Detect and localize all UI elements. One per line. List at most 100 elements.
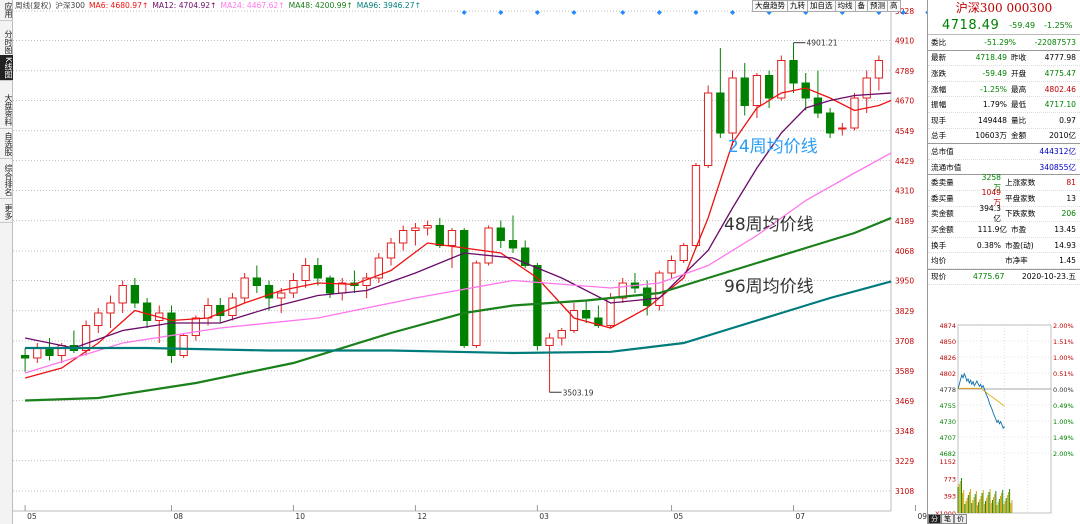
toolbar-button-3[interactable]: 均线 — [834, 0, 856, 12]
now-price-row: 现价 4775.67 2020-10-23.五 — [928, 268, 1080, 285]
kline-chart[interactable]: 5028491047894670454944294310418940683950… — [13, 0, 927, 524]
toolbar-button-6[interactable]: 高 — [887, 0, 901, 12]
candle-52 — [655, 270, 664, 311]
candle-body-58 — [728, 77, 737, 134]
bottom-tab-bar: 分笔价 — [928, 514, 967, 524]
volume-tick-2: 393 — [944, 493, 956, 501]
y-tick-label-9: 3950 — [895, 277, 914, 286]
intraday-price-8: 4682 — [939, 450, 956, 458]
left-tab-0[interactable]: 应用 — [0, 0, 13, 21]
intraday-pct-5: 0.49% — [1053, 402, 1074, 410]
quote-row-5: 现手 149448 量比 0.97 — [928, 113, 1080, 129]
quote-value-1: 4718.49 — [975, 53, 1007, 63]
toolbar-button-1[interactable]: 九转 — [787, 0, 808, 12]
candle-body-5 — [81, 325, 91, 351]
quote-value2-10: 13 — [1066, 193, 1076, 203]
intraday-chart[interactable]: 4874 2.00% 4850 1.51% 4826 1.00% 4802 0.51% 4778… — [928, 303, 1080, 524]
candle-body-22 — [289, 280, 298, 294]
legend-ma48: MA48: 4200.99↑ — [288, 1, 353, 10]
quote-value2-4: 4717.10 — [1044, 100, 1076, 110]
volume-tick-1: 773 — [944, 475, 956, 483]
candle-55 — [691, 163, 701, 248]
quote-value-0: -51.29% — [984, 37, 1016, 47]
intraday-pct-7: 1.49% — [1053, 434, 1074, 442]
bottom-tab-1[interactable]: 笔 — [941, 514, 954, 524]
candle-body-0 — [20, 355, 30, 359]
candle-body-23 — [301, 265, 310, 281]
quote-label-9: 委卖量 — [931, 178, 954, 188]
left-tab-2[interactable]: K线图 — [0, 55, 13, 82]
quote-row-4: 振幅 1.79% 最低 4717.10 — [928, 97, 1080, 113]
kline-chart-area[interactable]: 5028491047894670454944294310418940683950… — [13, 0, 927, 524]
legend-ma24: MA24: 4467.62↑ — [220, 1, 285, 10]
quote-label-10: 委买量 — [931, 193, 954, 203]
x-tick-label-2: 10 — [295, 512, 305, 521]
intraday-price-5: 4755 — [939, 402, 956, 410]
price-change-pct: -1.25% — [1044, 21, 1073, 30]
quote-label-0: 委比 — [931, 37, 947, 47]
left-tab-6[interactable]: 更多 — [0, 202, 13, 223]
candle-body-24 — [313, 265, 322, 279]
quote-value-6: 10603万 — [975, 131, 1007, 141]
intraday-pct-4: 0.00% — [1053, 386, 1074, 394]
quote-label-3: 涨幅 — [931, 84, 947, 94]
candle-body-30 — [386, 242, 396, 259]
toolbar-button-2[interactable]: 加自选 — [807, 0, 836, 12]
intraday-price-4: 4778 — [939, 386, 956, 394]
y-tick-label-11: 3708 — [895, 337, 914, 346]
y-tick-label-8: 4068 — [895, 247, 914, 256]
candle-body-10 — [142, 302, 152, 321]
quote-row-1: 最新 4718.49 昨收 4777.98 — [928, 51, 1080, 67]
candle-29 — [374, 253, 383, 283]
period-label: 周线(复权) — [15, 1, 52, 10]
toolbar-button-5[interactable]: 预测 — [867, 0, 888, 12]
quote-row-10: 委买量 1049万 平盘家数 13 — [928, 188, 1080, 207]
candle-body-57 — [716, 92, 725, 134]
quote-label-6: 总手 — [931, 131, 947, 141]
left-tab-3[interactable]: 大盘资料 — [0, 92, 13, 129]
quote-label-12: 买金额 — [931, 224, 954, 234]
y-tick-label-15: 3229 — [895, 457, 914, 466]
quote-row-2: 涨跌 -59.49 开盘 4775.47 — [928, 66, 1080, 82]
ma96-annotation: 96周均价线 — [724, 277, 814, 297]
quote-value2-6: 2010亿 — [1049, 131, 1076, 141]
bottom-tab-0[interactable]: 分 — [928, 514, 941, 524]
candle-body-14 — [191, 317, 201, 336]
legend-ma96: MA96: 3946.27↑ — [356, 1, 421, 10]
intraday-price-7: 4707 — [939, 434, 956, 442]
quote-value2-12: 13.45 — [1054, 224, 1076, 234]
quote-label2-11: 下跌家数 — [1005, 209, 1036, 219]
left-tab-4[interactable]: 自选股 — [0, 130, 13, 159]
left-tab-bar: 应用分时图 K线图大盘资料 自选股综合排名更多 — [0, 0, 13, 524]
quote-label-14: 均价 — [931, 256, 947, 266]
price-change: -59.49 — [1009, 21, 1036, 30]
toolbar-button-0[interactable]: 大盘趋势 — [752, 0, 788, 12]
quote-label2-14: 市净率 — [1005, 256, 1028, 266]
candle-body-21 — [277, 292, 286, 299]
quote-row-0: 委比 -51.29% -22087573 — [928, 35, 1080, 51]
candle-body-66 — [825, 112, 835, 134]
candle-body-31 — [399, 230, 408, 244]
volume-tick-0: 1152 — [939, 458, 956, 466]
toolbar-button-4[interactable]: 备 — [854, 0, 868, 12]
quote-value-8: 340855亿 — [1039, 162, 1076, 172]
quote-label-13: 换手 — [931, 240, 947, 250]
candle-38 — [484, 225, 493, 266]
quote-label2-5: 量比 — [1011, 115, 1027, 125]
quote-value-3: -1.25% — [980, 84, 1007, 94]
left-tab-5[interactable]: 综合排名 — [0, 162, 13, 199]
intraday-price-2: 4826 — [939, 354, 956, 362]
quote-label2-9: 上涨家数 — [1005, 178, 1036, 188]
quote-label-8: 流通市值 — [931, 162, 962, 172]
legend-ma6: MA6: 4680.97↑ — [89, 1, 149, 10]
candle-body-19 — [252, 277, 262, 286]
bottom-tab-2[interactable]: 价 — [954, 514, 967, 524]
quote-value-13: 0.38% — [976, 240, 1001, 250]
stock-chart-window: 应用分时图K线图大盘资料自选股综合排名更多 502849104789467045… — [0, 0, 1080, 524]
candle-body-2 — [45, 347, 54, 356]
candle-body-25 — [325, 277, 335, 294]
candle-37 — [472, 260, 481, 348]
candle-body-43 — [545, 337, 554, 346]
y-tick-label-3: 4670 — [895, 97, 914, 106]
left-tab-1[interactable]: 分时图 — [0, 28, 13, 57]
